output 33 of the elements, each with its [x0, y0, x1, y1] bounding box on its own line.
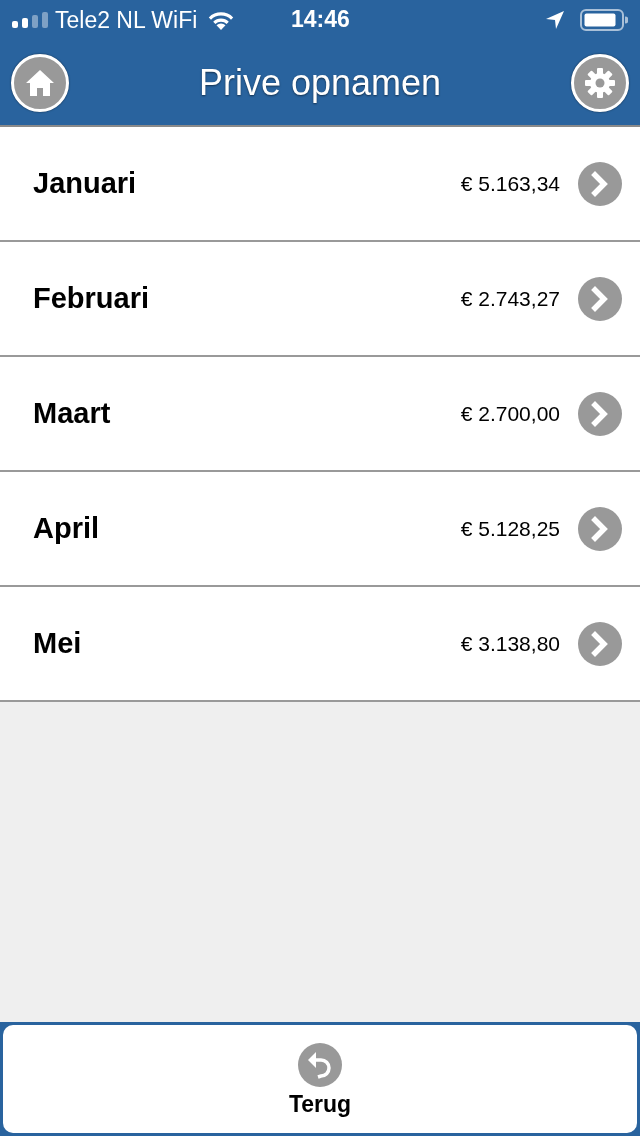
location-arrow-icon — [546, 11, 564, 29]
month-amount: € 5.163,34 — [460, 173, 560, 194]
month-amount: € 5.128,25 — [460, 518, 560, 539]
chevron-right-icon — [578, 621, 622, 666]
home-button[interactable] — [11, 53, 69, 112]
month-amount: € 3.138,80 — [460, 633, 560, 654]
month-row[interactable]: Maart € 2.700,00 — [0, 357, 640, 472]
settings-button[interactable] — [571, 53, 629, 112]
settings-icon — [585, 67, 615, 98]
wifi-icon — [207, 10, 236, 30]
chevron-right-icon — [578, 161, 622, 206]
month-name: April — [33, 514, 100, 543]
month-name: Januari — [33, 169, 137, 198]
carrier-name: Tele2 NL WiFi — [55, 8, 198, 32]
chevron-right-icon — [578, 391, 622, 436]
month-row[interactable]: Februari € 2.743,27 — [0, 242, 640, 357]
month-name: Mei — [33, 629, 82, 658]
signal-icon — [12, 12, 49, 28]
chevron-right-icon — [578, 276, 622, 321]
month-amount: € 2.700,00 — [460, 403, 560, 424]
month-name: Februari — [33, 284, 150, 313]
page-title: Prive opnamen — [198, 64, 442, 101]
battery-icon — [580, 9, 628, 31]
status-time: 14:46 — [291, 8, 350, 31]
month-row[interactable]: Mei € 3.138,80 — [0, 587, 640, 702]
home-icon — [26, 69, 54, 96]
back-button[interactable]: Terug — [3, 1025, 637, 1133]
month-row[interactable]: April € 5.128,25 — [0, 472, 640, 587]
chevron-right-icon — [578, 506, 622, 551]
month-amount: € 2.743,27 — [460, 288, 560, 309]
month-name: Maart — [33, 399, 111, 428]
undo-icon — [298, 1042, 342, 1087]
month-row[interactable]: Januari € 5.163,34 — [0, 127, 640, 242]
